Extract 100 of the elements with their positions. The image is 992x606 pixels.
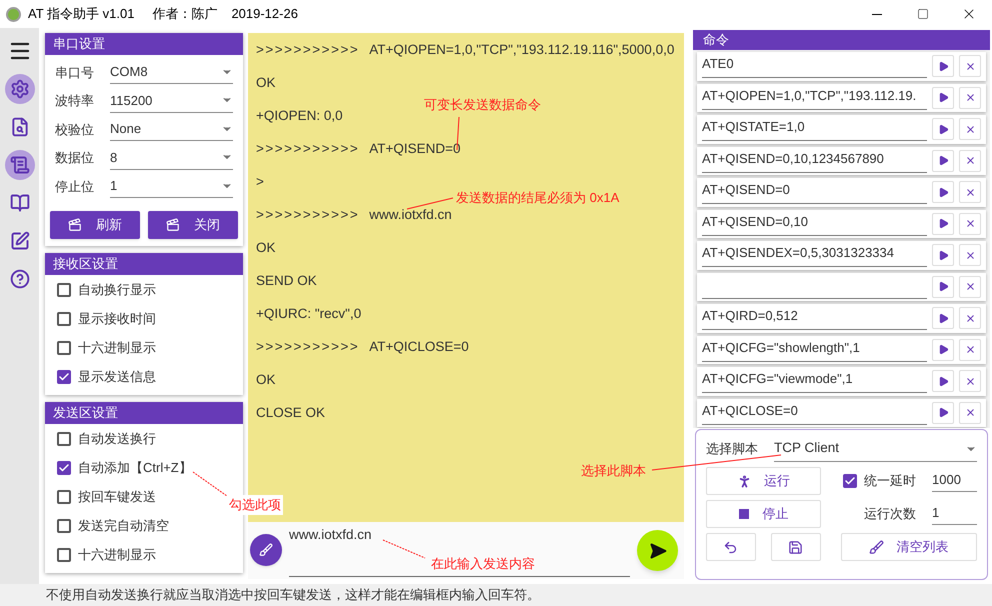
send-command-button[interactable] [932,338,954,361]
command-field[interactable]: AT+QICFG="viewmode",1 [702,369,927,394]
dropdown-field[interactable]: 8 [110,146,233,170]
delete-button[interactable] [959,307,981,330]
scroll-icon [10,155,30,175]
maximize-icon [917,8,929,20]
checkbox[interactable] [57,283,71,297]
run-count-label: 运行次数 [864,505,916,524]
send-command-button[interactable] [932,212,954,235]
send-command-button[interactable] [932,276,954,298]
option-label: 发送完自动清空 [78,517,169,536]
delay-label: 统一延时 [864,472,916,490]
field-label: 串口号 [55,64,95,82]
action-button[interactable]: 关闭 [148,210,238,238]
command-field[interactable]: AT+QISTATE=1,0 [702,117,927,142]
checkbox[interactable] [57,341,71,355]
command-field[interactable]: AT+QISEND=0,10,1234567890 [702,148,927,173]
send-command-button[interactable] [932,181,954,204]
script-dropdown[interactable]: TCP Client [774,436,977,462]
delay-field[interactable]: 1000 [932,470,977,492]
checkbox[interactable] [57,312,71,326]
dropdown-field[interactable]: None [110,117,233,142]
checkbox[interactable] [57,490,71,504]
delete-button[interactable] [959,86,981,109]
checkbox[interactable] [57,519,71,533]
close-icon [964,376,976,387]
card-header: 串口设置 [45,33,243,55]
send-icon [648,542,666,560]
checkbox[interactable] [57,548,71,562]
delete-button[interactable] [959,370,981,392]
delete-button[interactable] [959,150,981,172]
send-command-button[interactable] [932,244,954,266]
broom-icon [259,543,273,557]
log-line: OK [256,74,276,92]
leader-line [382,540,426,558]
field-label: 选择脚本 [706,440,758,458]
delete-button[interactable] [959,244,981,266]
close-icon [964,92,976,104]
checkbox[interactable] [57,461,71,475]
action-button[interactable]: 刷新 [50,210,140,238]
delete-button[interactable] [959,402,981,424]
play-icon [938,92,948,104]
close-icon [964,155,976,166]
log-line: OK [256,239,276,258]
run-count-field[interactable]: 1 [932,503,977,525]
close-icon [964,312,976,324]
annotation-text: 在此输入发送内容 [431,555,535,573]
delete-button[interactable] [959,55,981,78]
delete-button[interactable] [959,118,981,140]
checkbox[interactable] [843,474,857,488]
run-button[interactable]: 运行 [706,467,821,495]
dropdown-field[interactable]: COM8 [110,60,233,84]
delete-button[interactable] [959,276,981,298]
clear-list-button[interactable]: 清空列表 [840,533,978,561]
stop-button[interactable]: 停止 [706,500,821,528]
book-icon [10,193,30,213]
command-field[interactable]: AT+QISEND=0 [702,180,927,204]
command-field[interactable]: AT+QICFG="showlength",1 [702,338,927,362]
send-command-button[interactable] [932,370,954,392]
checkbox[interactable] [57,432,71,446]
command-field[interactable]: AT+QIOPEN=1,0,"TCP","193.112.19. [702,86,927,110]
log-line: +QIURC: "recv",0 [256,305,362,324]
delete-button[interactable] [959,338,981,361]
send-marker: >>>>>>>>>>> [256,41,360,60]
checkbox[interactable] [57,370,71,384]
send-command-button[interactable] [932,307,954,330]
command-field[interactable]: AT+QICLOSE=0 [702,400,927,425]
close-icon [964,250,976,261]
sidebar-item[interactable] [4,74,34,104]
send-command-button[interactable] [932,55,954,78]
dropdown-field[interactable]: 115200 [110,88,233,113]
send-command-button[interactable] [932,86,954,109]
play-icon [938,218,948,230]
field-label: 波特率 [55,92,95,110]
field-label: 数据位 [55,149,95,167]
card-header: 发送区设置 [45,402,243,424]
delete-button[interactable] [959,181,981,204]
send-marker: >>>>>>>>>>> [256,140,360,158]
sidebar-item[interactable] [4,150,34,180]
send-button[interactable] [637,530,678,571]
leader-line [406,198,454,210]
send-command-button[interactable] [932,402,954,424]
save-button[interactable] [770,533,821,561]
log-line: AT+QICLOSE=0 [369,338,469,356]
option-label: 自动换行显示 [78,281,156,300]
option-label: 显示发送信息 [78,368,156,386]
delete-button[interactable] [959,212,981,235]
send-command-button[interactable] [932,118,954,140]
command-field[interactable]: ATE0 [702,54,927,78]
undo-button[interactable] [706,533,756,561]
option-label: 按回车键发送 [78,488,156,506]
dropdown-field[interactable]: 1 [110,174,233,198]
clear-button[interactable] [250,534,282,566]
log-line: AT+QIOPEN=1,0,"TCP","193.112.19.116",5000,0,0 [369,41,674,60]
command-field[interactable]: AT+QISENDEX=0,5,3031323334 [702,243,927,268]
close-icon [964,344,976,356]
send-command-button[interactable] [932,150,954,172]
file-search-icon [10,117,30,137]
command-field[interactable]: AT+QISEND=0,10 [702,212,927,236]
command-field[interactable]: AT+QIRD=0,512 [702,306,927,330]
